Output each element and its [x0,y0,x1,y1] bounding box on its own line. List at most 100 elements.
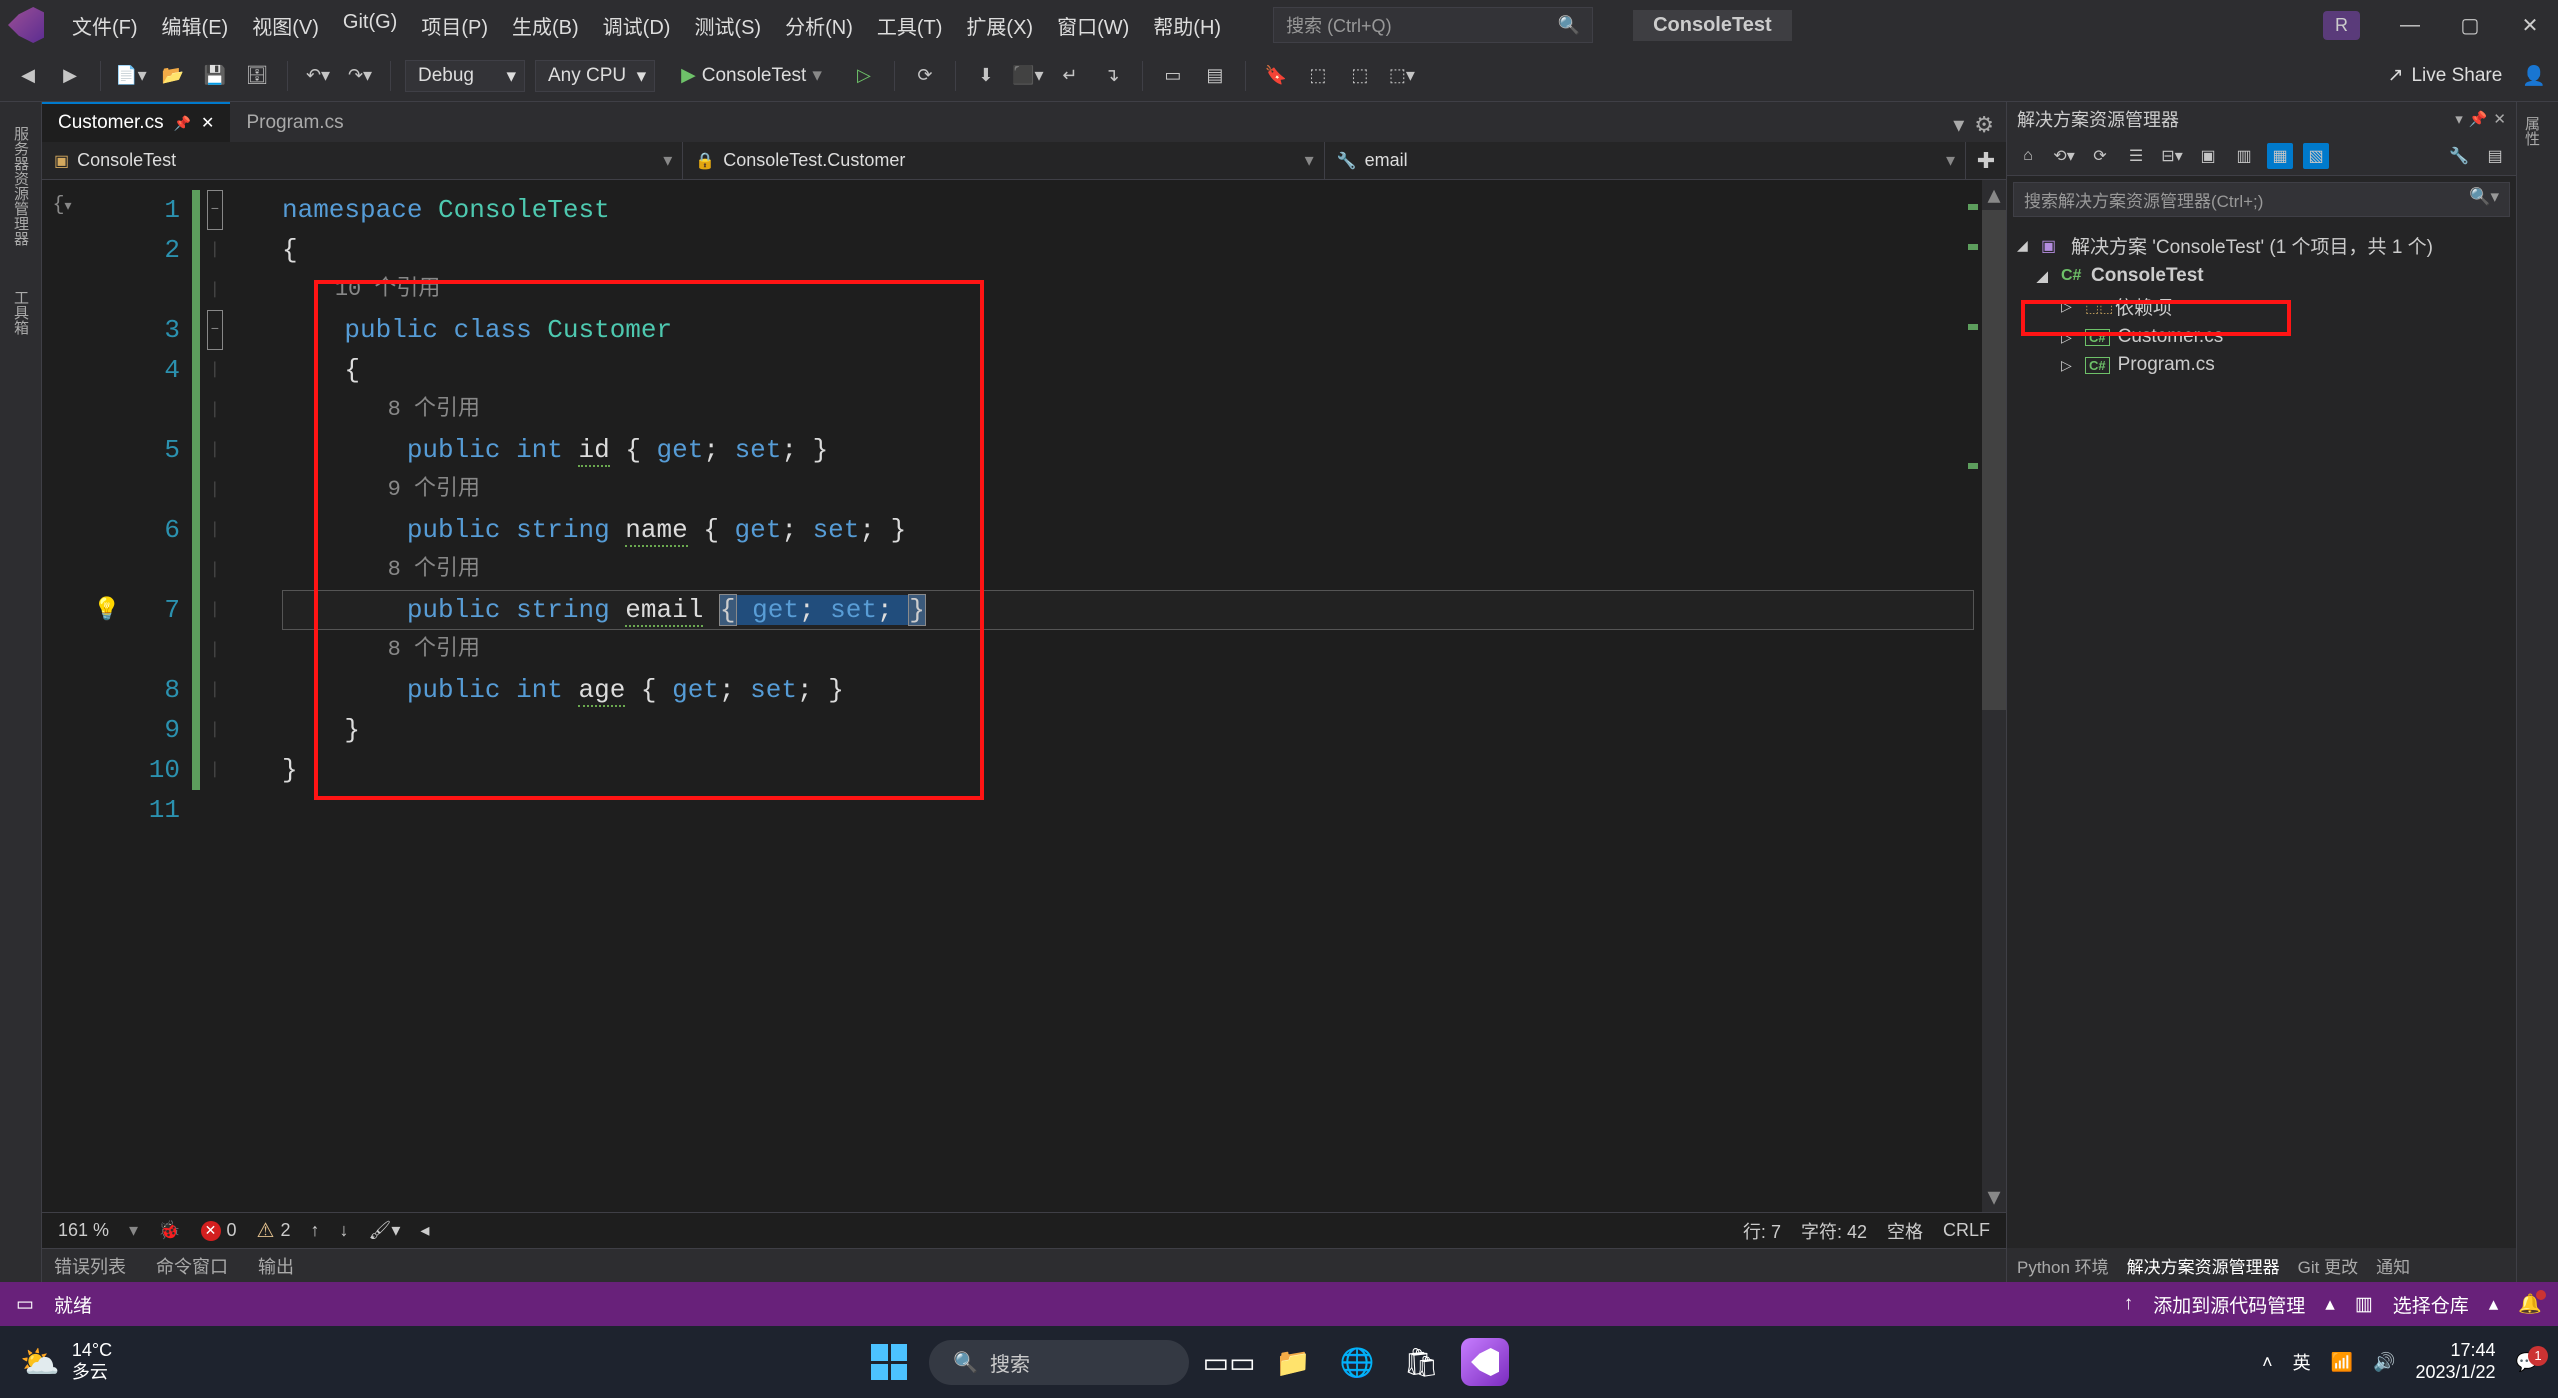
crlf-indicator[interactable]: CRLF [1943,1220,1990,1241]
tb-i2[interactable]: ▤ [1199,60,1231,92]
step4-icon[interactable]: ↴ [1096,60,1128,92]
run-no-debug-icon[interactable]: ▷ [848,60,880,92]
vertical-scrollbar[interactable]: ▴ ▾ [1982,180,2006,1212]
minimize-button[interactable]: — [2390,5,2430,45]
explorer-icon[interactable]: 📁 [1269,1338,1317,1386]
status-repo[interactable]: 选择仓库 [2393,1291,2469,1318]
pt-i3[interactable]: ▣ [2195,143,2221,169]
bm1-icon[interactable]: ⬚ [1302,60,1334,92]
pt-view[interactable]: ▤ [2482,143,2508,169]
menu-item[interactable]: 扩展(X) [954,7,1045,44]
bm2-icon[interactable]: ⬚ [1344,60,1376,92]
rtab-git[interactable]: Git 更改 [2298,1253,2358,1278]
scroll-down-icon[interactable]: ▾ [1982,1182,2006,1212]
menu-item[interactable]: 工具(T) [865,7,955,44]
tab-dropdown-icon[interactable]: ▾ [1953,112,1964,138]
bell-icon[interactable]: 🔔 [2518,1292,2542,1316]
col-indicator[interactable]: 字符: 42 [1801,1218,1867,1244]
step-icon[interactable]: ⬇ [970,60,1002,92]
bookmark-icon[interactable]: 🔖 [1260,60,1292,92]
status-scm[interactable]: 添加到源代码管理 [2153,1291,2305,1318]
close-button[interactable]: ✕ [2510,5,2550,45]
run-button[interactable]: ▶ ConsoleTest ▾ [665,60,838,91]
nav-member[interactable]: 🔧 email [1325,142,1966,179]
back-icon[interactable]: ◀ [12,60,44,92]
menu-item[interactable]: 文件(F) [60,7,150,44]
health-icon[interactable]: 🐞 [158,1220,180,1241]
platform-dropdown[interactable]: Any CPU [535,60,655,92]
start-button[interactable] [865,1338,913,1386]
step2-icon[interactable]: ⬛▾ [1012,60,1044,92]
menu-item[interactable]: 视图(V) [240,7,331,44]
pt-i4[interactable]: ▥ [2231,143,2257,169]
pt-i2[interactable]: ⊟▾ [2159,143,2185,169]
taskbar-weather[interactable]: ⛅ 14°C 多云 [20,1340,112,1383]
task-view-icon[interactable]: ▭▭ [1205,1338,1253,1386]
spaces-indicator[interactable]: 空格 [1887,1218,1923,1244]
panel-close-icon[interactable]: ✕ [2493,110,2506,128]
output-tab-errors[interactable]: 错误列表 [54,1253,126,1279]
home-icon[interactable]: ⌂ [2015,143,2041,169]
down-arrow-icon[interactable]: ↓ [339,1220,348,1241]
volume-icon[interactable]: 🔊 [2373,1352,2395,1373]
tree-solution[interactable]: ◢ ▣ 解决方案 'ConsoleTest' (1 个项目，共 1 个) [2011,229,2512,262]
config-dropdown[interactable]: Debug [405,60,525,92]
vs-taskbar-icon[interactable] [1461,1338,1509,1386]
sidebar-properties[interactable]: 属性 [2517,102,2546,158]
tree-deps[interactable]: ▷ ⬚⬚ 依赖项 [2011,290,2512,323]
solution-tree[interactable]: ◢ ▣ 解决方案 'ConsoleTest' (1 个项目，共 1 个) ◢ C… [2007,223,2516,385]
scroll-up-icon[interactable]: ▴ [1982,180,2006,210]
zoom-level[interactable]: 161 % [58,1220,109,1241]
code-editor[interactable]: {▾ 💡 1234567891011 −││−│││││││││││ names… [42,180,2006,1212]
notification-center[interactable]: 💬 1 [2516,1352,2538,1373]
chevron-up-icon[interactable]: ▴ [2325,1293,2335,1316]
menu-item[interactable]: 编辑(E) [150,7,241,44]
back2-icon[interactable]: ⟲▾ [2051,143,2077,169]
pt-preview[interactable]: ▧ [2303,143,2329,169]
new-file-icon[interactable]: 📄▾ [115,60,147,92]
live-share[interactable]: ↗ Live Share 👤 [2388,64,2546,88]
errors-count[interactable]: ✕0 [201,1220,237,1241]
pin-icon[interactable]: 📌 [174,115,191,132]
line-indicator[interactable]: 行: 7 [1743,1218,1781,1244]
brush-icon[interactable]: 🖌▾ [368,1220,400,1241]
split-icon[interactable]: ✚ [1966,142,2006,179]
open-icon[interactable]: 📂 [157,60,189,92]
solution-name[interactable]: ConsoleTest [1633,10,1792,41]
up-arrow-icon[interactable]: ↑ [310,1220,319,1241]
menu-item[interactable]: 项目(P) [409,7,500,44]
ime-indicator[interactable]: 英 [2293,1349,2311,1375]
save-all-icon[interactable]: 🗄 [241,60,273,92]
panel-dropdown-icon[interactable]: ▾ [2455,110,2463,128]
tree-project[interactable]: ◢ C# ConsoleTest [2011,262,2512,290]
global-search[interactable]: 搜索 (Ctrl+Q) 🔍 [1273,7,1593,43]
taskbar-clock[interactable]: 17:44 2023/1/22 [2415,1340,2495,1383]
tab-customer[interactable]: Customer.cs 📌 ✕ [42,102,230,142]
close-tab-icon[interactable]: ✕ [201,113,214,133]
user-badge[interactable]: R [2323,11,2360,40]
undo-icon[interactable]: ↶▾ [302,60,334,92]
hot-reload-icon[interactable]: ⟳ [909,60,941,92]
tab-gear-icon[interactable]: ⚙ [1974,112,1994,138]
menu-item[interactable]: 生成(B) [500,7,591,44]
nav-project[interactable]: ▣ ConsoleTest [42,142,683,179]
maximize-button[interactable]: ▢ [2450,5,2490,45]
redo-icon[interactable]: ↷▾ [344,60,376,92]
chevron-up2-icon[interactable]: ▴ [2489,1293,2499,1316]
tree-file-program[interactable]: ▷ C# Program.cs [2011,351,2512,379]
sidebar-server-explorer[interactable]: 服务器资源管理器 [6,114,35,258]
menu-item[interactable]: 帮助(H) [1141,7,1233,44]
tree-file-customer[interactable]: ▷ C# Customer.cs [2011,323,2512,351]
panel-pin-icon[interactable]: 📌 [2469,110,2488,128]
pt-i1[interactable]: ☰ [2123,143,2149,169]
edge-icon[interactable]: 🌐 [1333,1338,1381,1386]
menu-item[interactable]: 测试(S) [682,7,773,44]
panel-search[interactable]: 搜索解决方案资源管理器(Ctrl+;) 🔍▾ [2013,182,2510,217]
wrench2-icon[interactable]: 🔧 [2446,143,2472,169]
wifi-icon[interactable]: 📶 [2331,1352,2353,1373]
output-icon[interactable]: ▭ [16,1293,34,1316]
rtab-notif[interactable]: 通知 [2376,1253,2410,1278]
warnings-count[interactable]: ⚠2 [257,1218,291,1243]
nav-class[interactable]: 🔒 ConsoleTest.Customer [683,142,1324,179]
ruler-icon[interactable]: ◂ [420,1220,429,1241]
